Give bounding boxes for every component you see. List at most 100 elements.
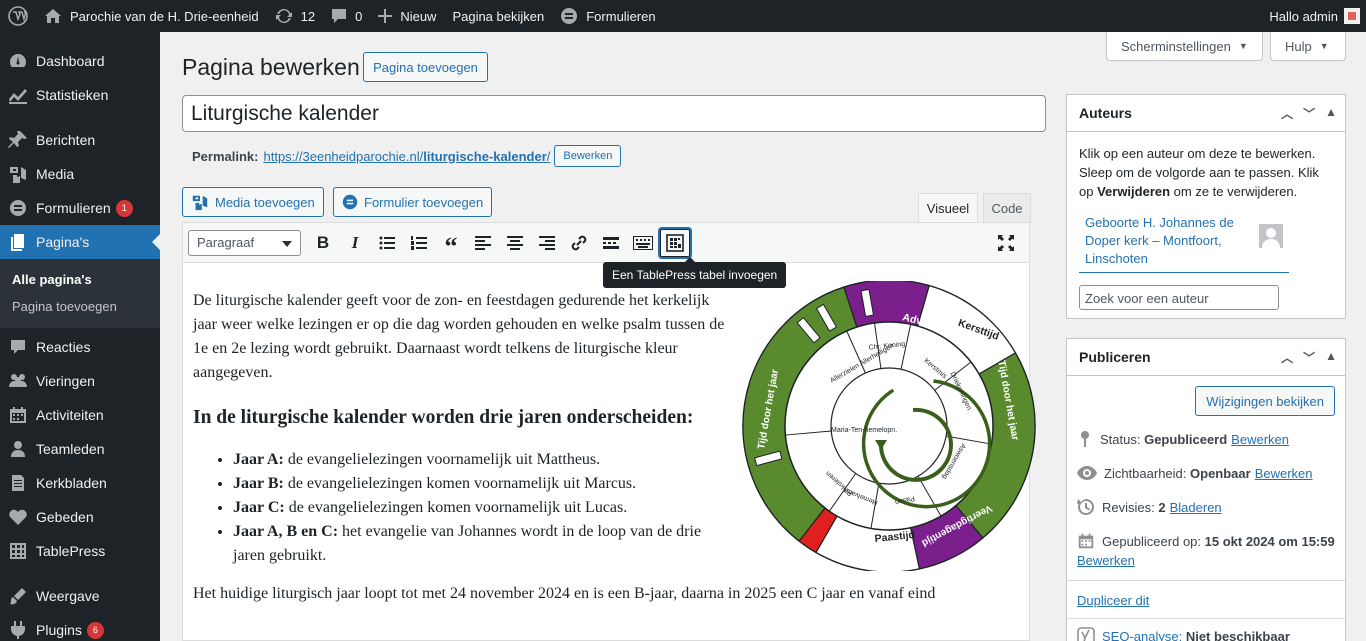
forms-link[interactable]: Formulieren xyxy=(552,0,663,32)
help-button[interactable]: Hulp ▼ xyxy=(1270,32,1346,61)
wheel-label-assumption: Maria-Ten-hemelopn. xyxy=(831,427,897,434)
collapse-toggle-icon[interactable]: ▲ xyxy=(1325,105,1337,122)
fullscreen-button[interactable] xyxy=(991,229,1021,257)
seo-analysis-link[interactable]: SEO-analyse: xyxy=(1102,629,1182,641)
bullet-list-icon xyxy=(379,236,395,249)
permalink-url[interactable]: https://3eenheidparochie.nl/liturgische-… xyxy=(263,149,550,164)
sidebar-item-celebrations[interactable]: Vieringen xyxy=(0,364,160,398)
media-icon xyxy=(192,195,208,211)
author-item[interactable]: Geboorte H. Johannes de Doper kerk – Mon… xyxy=(1079,214,1289,273)
add-page-button[interactable]: Pagina toevoegen xyxy=(363,52,488,82)
sidebar-item-team[interactable]: Teamleden xyxy=(0,432,160,466)
browse-revisions-link[interactable]: Bladeren xyxy=(1170,500,1222,515)
author-search-input[interactable]: Zoek voor een auteur xyxy=(1079,285,1279,310)
sidebar-item-dashboard[interactable]: Dashboard xyxy=(0,44,160,78)
view-page-link[interactable]: Pagina bekijken xyxy=(444,0,552,32)
add-form-button[interactable]: Formulier toevoegen xyxy=(333,187,493,217)
wordpress-logo-icon[interactable] xyxy=(0,0,36,32)
admin-bar: Parochie van de H. Drie-eenheid 12 0 Nie… xyxy=(0,0,1366,32)
post-title-input[interactable]: Liturgische kalender xyxy=(182,95,1046,132)
pin-icon xyxy=(1081,431,1089,447)
sidebar-item-prayers[interactable]: Gebeden xyxy=(0,500,160,534)
visibility-row: Zichtbaarheid: Openbaar Bewerken xyxy=(1077,462,1335,484)
submenu-add-page[interactable]: Pagina toevoegen xyxy=(0,293,160,320)
person-icon xyxy=(8,439,28,459)
chevron-down-icon[interactable]: ﹀ xyxy=(1303,105,1315,122)
account-menu[interactable]: Hallo admin xyxy=(1269,8,1366,24)
sidebar-item-activities[interactable]: Activiteiten xyxy=(0,398,160,432)
sidebar-item-pages[interactable]: Pagina's xyxy=(0,225,160,259)
tab-code[interactable]: Code xyxy=(983,193,1031,223)
main-content: Scherminstellingen ▼ Hulp ▼ Pagina bewerke… xyxy=(160,32,1366,641)
sidebar-item-appearance[interactable]: Weergave xyxy=(0,579,160,613)
authors-help-text: Klik op een auteur om deze te bewerken. … xyxy=(1079,146,1319,199)
status-row: Status: Gepubliceerd Bewerken xyxy=(1077,428,1335,450)
read-more-button[interactable] xyxy=(596,229,626,257)
align-center-button[interactable] xyxy=(500,229,530,257)
preview-changes-button[interactable]: Wijzigingen bekijken xyxy=(1195,386,1335,416)
list-item: Jaar B: de evangelielezingen komen voorn… xyxy=(233,472,733,496)
yoast-icon xyxy=(1077,627,1095,641)
author-avatar xyxy=(1259,224,1283,248)
add-media-button[interactable]: Media toevoegen xyxy=(182,187,324,217)
groups-icon xyxy=(8,371,28,391)
align-right-button[interactable] xyxy=(532,229,562,257)
sidebar-item-church-papers[interactable]: Kerkbladen xyxy=(0,466,160,500)
edit-permalink-button[interactable]: Bewerken xyxy=(554,145,622,167)
site-name-link[interactable]: Parochie van de H. Drie-eenheid xyxy=(36,0,267,32)
publish-box-header: Publiceren ︿ ﹀ ▲ xyxy=(1067,339,1345,376)
bullet-list-button[interactable] xyxy=(372,229,402,257)
insert-link-button[interactable] xyxy=(564,229,594,257)
sidebar-item-plugins[interactable]: Plugins 6 xyxy=(0,613,160,641)
updates-link[interactable]: 12 xyxy=(267,0,323,32)
align-left-button[interactable] xyxy=(468,229,498,257)
sidebar-item-media[interactable]: Media xyxy=(0,157,160,191)
format-select[interactable]: Paragraaf xyxy=(188,229,301,256)
heart-icon xyxy=(8,507,28,527)
pin-icon xyxy=(8,130,28,150)
duplicate-link[interactable]: Dupliceer dit xyxy=(1077,593,1149,608)
content-editor: Paragraaf B I “ Een TablePress tabel inv… xyxy=(182,222,1036,641)
comment-icon xyxy=(8,337,28,357)
sidebar-item-forms[interactable]: Formulieren 1 xyxy=(0,191,160,225)
align-right-icon xyxy=(539,235,555,250)
content-heading: In de liturgische kalender worden drie j… xyxy=(193,407,694,428)
edit-visibility-link[interactable]: Bewerken xyxy=(1255,466,1313,481)
new-content-link[interactable]: Nieuw xyxy=(370,0,444,32)
tablepress-icon xyxy=(666,233,684,252)
chevron-down-icon[interactable]: ﹀ xyxy=(1303,349,1315,366)
calendar-icon xyxy=(1078,533,1094,549)
plus-icon xyxy=(378,9,393,23)
toolbar-toggle-button[interactable] xyxy=(628,229,658,257)
publish-box-body: Wijzigingen bekijken Status: Gepubliceer… xyxy=(1067,376,1345,641)
edit-status-link[interactable]: Bewerken xyxy=(1231,432,1289,447)
list-item: Jaar C: de evangelielezingen komen voorn… xyxy=(233,496,733,520)
forms-icon xyxy=(342,194,358,210)
edit-date-link[interactable]: Bewerken xyxy=(1077,553,1135,568)
numbered-list-button[interactable] xyxy=(404,229,434,257)
notification-badge: 1 xyxy=(115,199,133,217)
sidebar-item-posts[interactable]: Berichten xyxy=(0,123,160,157)
bold-button[interactable]: B xyxy=(308,229,338,257)
collapse-toggle-icon[interactable]: ▲ xyxy=(1325,349,1337,366)
chevron-up-icon[interactable]: ︿ xyxy=(1281,105,1293,122)
tab-visual[interactable]: Visueel xyxy=(918,193,978,223)
page-title: Pagina bewerken xyxy=(182,54,360,80)
submenu-all-pages[interactable]: Alle pagina's xyxy=(0,266,160,293)
chevron-up-icon[interactable]: ︿ xyxy=(1281,349,1293,366)
chevron-down-icon: ▼ xyxy=(1238,41,1248,51)
list-item: Jaar A, B en C: het evangelie van Johann… xyxy=(233,520,733,568)
media-icon xyxy=(8,164,28,184)
sidebar-item-statistics[interactable]: Statistieken xyxy=(0,78,160,112)
chevron-down-icon: ▼ xyxy=(1319,41,1329,51)
italic-button[interactable]: I xyxy=(340,229,370,257)
align-left-icon xyxy=(475,235,491,250)
sidebar-item-comments[interactable]: Reacties xyxy=(0,330,160,364)
years-list: Jaar A: de evangelielezingen voornamelij… xyxy=(233,448,733,568)
sidebar-item-tablepress[interactable]: TablePress xyxy=(0,534,160,568)
comments-link[interactable]: 0 xyxy=(323,0,370,32)
editor-content[interactable]: De liturgische kalender geeft voor de zo… xyxy=(183,263,1036,606)
blockquote-button[interactable]: “ xyxy=(436,229,466,259)
chart-icon xyxy=(8,85,28,105)
screen-options-button[interactable]: Scherminstellingen ▼ xyxy=(1106,32,1263,61)
